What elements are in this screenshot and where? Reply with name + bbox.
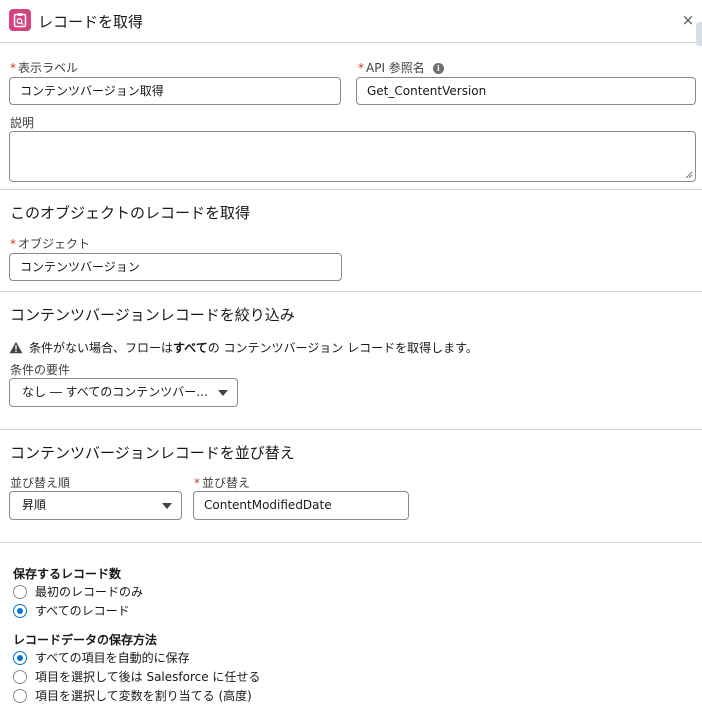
display-label-label: * 表示ラベル [10, 61, 79, 75]
sort-by-label: * 並び替え [194, 476, 251, 490]
section-divider [0, 429, 702, 430]
description-label: 説明 [10, 116, 35, 130]
resize-handle[interactable] [685, 171, 693, 179]
description-textarea[interactable] [9, 131, 696, 182]
sort-order-select[interactable]: 昇順 [9, 491, 182, 520]
section-divider [0, 189, 702, 190]
sort-section-title: コンテンツバージョンレコードを並び替え [10, 444, 295, 462]
get-records-icon [9, 9, 31, 31]
radio-button[interactable] [13, 585, 27, 599]
api-name-input[interactable]: Get_ContentVersion [356, 77, 696, 105]
warning-icon [9, 341, 23, 354]
required-mark: * [194, 476, 200, 490]
info-icon[interactable]: i [432, 63, 444, 74]
close-icon[interactable]: × [680, 11, 696, 29]
sort-by-input[interactable]: ContentModifiedDate [193, 491, 409, 520]
chevron-down-icon [162, 503, 172, 509]
radio-button[interactable] [13, 689, 27, 703]
api-name-label: * API 参照名 i [358, 59, 444, 76]
condition-requirement-label: 条件の要件 [10, 363, 71, 377]
object-label: * オブジェクト [10, 237, 91, 251]
object-input[interactable]: コンテンツバージョン [9, 253, 342, 281]
object-section-title: このオブジェクトのレコードを取得 [10, 204, 251, 222]
section-divider [0, 291, 702, 292]
condition-requirement-select[interactable]: なし ― すべてのコンテンツバー... [9, 378, 238, 407]
side-panel-tab[interactable] [696, 22, 702, 46]
radio-button[interactable] [13, 604, 27, 618]
store-count-label: 保存するレコード数 [13, 567, 122, 581]
modal-title: レコードを取得 [38, 13, 144, 31]
filter-section-title: コンテンツバージョンレコードを絞り込み [10, 306, 295, 324]
section-divider [0, 542, 702, 543]
filter-warning: 条件がない場合、フローはすべての コンテンツバージョン レコードを取得します。 [9, 339, 478, 356]
sort-order-label: 並び替え順 [10, 476, 71, 490]
required-mark: * [10, 61, 16, 75]
radio-button[interactable] [13, 651, 27, 665]
store-method-label: レコードデータの保存方法 [13, 633, 158, 647]
radio-button[interactable] [13, 670, 27, 684]
required-mark: * [10, 237, 16, 251]
chevron-down-icon [218, 390, 228, 396]
required-mark: * [358, 61, 364, 75]
modal-header: レコードを取得 × [0, 0, 702, 46]
display-label-input[interactable]: コンテンツバージョン取得 [9, 77, 341, 105]
